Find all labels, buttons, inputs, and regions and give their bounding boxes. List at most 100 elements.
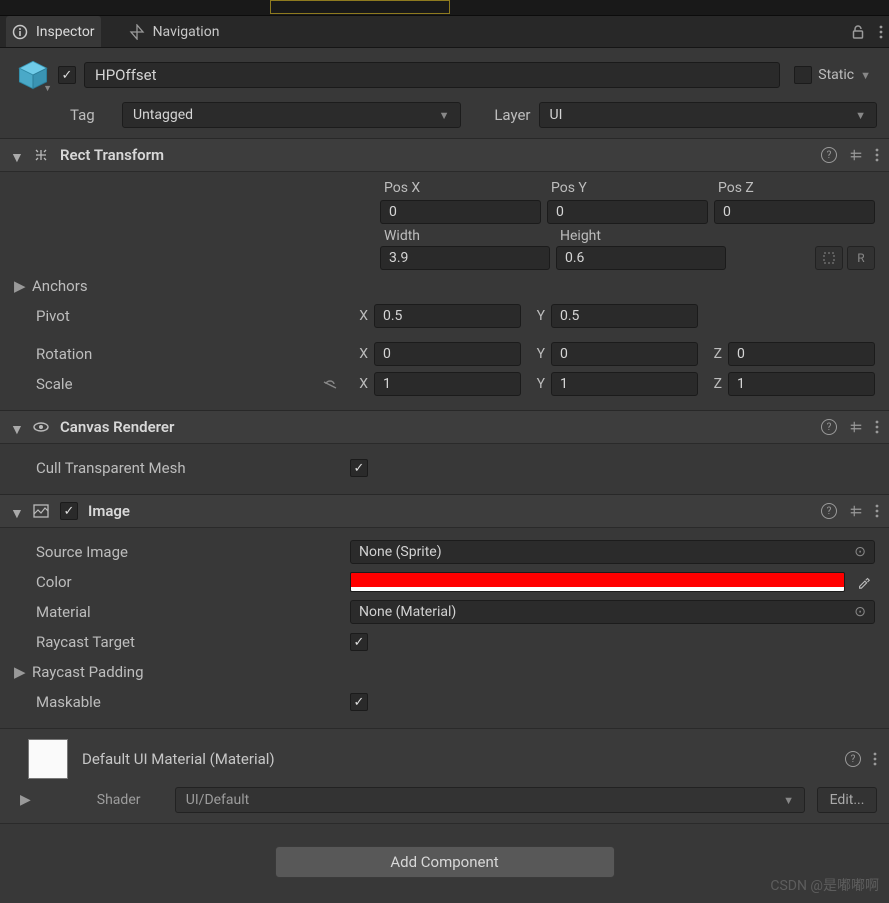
posx-input[interactable] xyxy=(380,200,541,224)
material-label: Material xyxy=(14,603,344,621)
image-header[interactable]: ▼ Image ? xyxy=(0,494,889,528)
chevron-down-icon: ▼ xyxy=(783,794,794,807)
material-block: Default UI Material (Material) ? xyxy=(0,728,889,783)
static-label: Static xyxy=(818,67,854,83)
eyedropper-icon[interactable] xyxy=(857,575,875,589)
raycast-padding-foldout[interactable]: ▶ xyxy=(14,663,26,681)
color-field[interactable] xyxy=(350,572,845,592)
watermark: CSDN @是嘟嘟啊 xyxy=(770,875,879,895)
help-icon[interactable]: ? xyxy=(845,751,861,767)
width-input[interactable] xyxy=(380,246,550,270)
scale-label: Scale xyxy=(36,375,320,393)
canvas-renderer-title: Canvas Renderer xyxy=(60,418,811,436)
tab-navigation[interactable]: Navigation xyxy=(123,16,226,47)
material-title: Default UI Material (Material) xyxy=(82,750,831,768)
raycast-target-checkbox[interactable] xyxy=(350,633,368,651)
rotation-x-input[interactable] xyxy=(374,342,521,366)
footer: Add Component xyxy=(0,823,889,900)
inspector-panel: Inspector Navigation ▼ xyxy=(0,0,889,903)
help-icon[interactable]: ? xyxy=(821,147,837,163)
foldout-icon[interactable]: ▼ xyxy=(10,149,22,161)
pivot-label: Pivot xyxy=(14,307,344,325)
layer-dropdown[interactable]: UI ▼ xyxy=(539,102,878,128)
component-menu-icon[interactable] xyxy=(873,751,877,767)
cull-transparent-checkbox[interactable] xyxy=(350,459,368,477)
gameobject-enabled-checkbox[interactable] xyxy=(58,66,76,84)
tab-inspector-label: Inspector xyxy=(36,24,95,40)
shader-value: UI/Default xyxy=(186,792,249,808)
tag-dropdown[interactable]: Untagged ▼ xyxy=(122,102,461,128)
help-icon[interactable]: ? xyxy=(821,419,837,435)
anchors-foldout[interactable]: ▶ xyxy=(14,277,26,295)
raw-edit-button[interactable]: R xyxy=(847,246,875,270)
blueprint-mode-button[interactable] xyxy=(815,246,843,270)
canvas-renderer-header[interactable]: ▼ Canvas Renderer ? xyxy=(0,410,889,444)
color-label: Color xyxy=(14,573,344,591)
gameobject-header: ▼ Static ▼ xyxy=(0,48,889,98)
anchor-preset-button[interactable] xyxy=(14,180,374,196)
maskable-label: Maskable xyxy=(14,693,344,711)
raycast-target-label: Raycast Target xyxy=(14,633,344,651)
info-icon xyxy=(12,24,28,40)
static-checkbox[interactable] xyxy=(794,66,812,84)
add-component-button[interactable]: Add Component xyxy=(275,846,615,878)
chevron-down-icon: ▼ xyxy=(439,109,450,122)
edit-shader-button[interactable]: Edit... xyxy=(817,787,877,813)
rotation-z-input[interactable] xyxy=(728,342,875,366)
object-picker-icon[interactable]: ⊙ xyxy=(854,544,866,560)
rotation-y-input[interactable] xyxy=(551,342,698,366)
navigation-icon xyxy=(129,24,145,40)
scale-x-input[interactable] xyxy=(374,372,521,396)
posy-label: Pos Y xyxy=(547,180,708,196)
constrain-proportions-icon[interactable] xyxy=(320,377,340,391)
material-thumbnail[interactable] xyxy=(28,739,68,779)
rect-transform-icon xyxy=(32,146,50,164)
source-image-field[interactable]: None (Sprite) ⊙ xyxy=(350,540,875,564)
canvas-renderer-icon xyxy=(32,418,50,436)
static-dropdown-arrow[interactable]: ▼ xyxy=(860,69,871,82)
help-icon[interactable]: ? xyxy=(821,503,837,519)
tag-value: Untagged xyxy=(133,107,193,123)
component-menu-icon[interactable] xyxy=(875,147,879,163)
source-image-value: None (Sprite) xyxy=(359,544,442,560)
gameobject-name-input[interactable] xyxy=(84,62,780,88)
height-input[interactable] xyxy=(556,246,726,270)
component-menu-icon[interactable] xyxy=(875,419,879,435)
scale-z-input[interactable] xyxy=(728,372,875,396)
scale-y-input[interactable] xyxy=(551,372,698,396)
foldout-icon[interactable]: ▼ xyxy=(10,421,22,433)
layer-label: Layer xyxy=(479,106,531,124)
lock-icon[interactable] xyxy=(851,24,865,40)
rect-transform-header[interactable]: ▼ Rect Transform ? xyxy=(0,138,889,172)
image-icon xyxy=(32,502,50,520)
gameobject-icon[interactable]: ▼ xyxy=(16,58,50,92)
tag-label: Tag xyxy=(70,106,114,124)
foldout-icon[interactable]: ▼ xyxy=(10,505,22,517)
rect-transform-title: Rect Transform xyxy=(60,146,811,164)
tab-menu-icon[interactable] xyxy=(879,24,883,40)
tab-inspector[interactable]: Inspector xyxy=(6,16,101,47)
material-field[interactable]: None (Material) ⊙ xyxy=(350,600,875,624)
shader-dropdown[interactable]: UI/Default ▼ xyxy=(175,787,805,813)
image-enabled-checkbox[interactable] xyxy=(60,502,78,520)
maskable-checkbox[interactable] xyxy=(350,693,368,711)
tab-bar: Inspector Navigation xyxy=(0,16,889,48)
tag-layer-row: Tag Untagged ▼ Layer UI ▼ xyxy=(0,98,889,138)
tab-navigation-label: Navigation xyxy=(153,24,220,40)
object-picker-icon[interactable]: ⊙ xyxy=(854,604,866,620)
shader-row: ▶ Shader UI/Default ▼ Edit... xyxy=(0,783,889,823)
preset-icon[interactable] xyxy=(849,504,863,518)
height-label: Height xyxy=(556,228,726,244)
pivot-x-input[interactable] xyxy=(374,304,521,328)
highlight-outline xyxy=(270,0,450,14)
preset-icon[interactable] xyxy=(849,148,863,162)
posz-label: Pos Z xyxy=(714,180,875,196)
posy-input[interactable] xyxy=(547,200,708,224)
material-foldout[interactable]: ▶ xyxy=(20,792,31,808)
preset-icon[interactable] xyxy=(849,420,863,434)
component-menu-icon[interactable] xyxy=(875,503,879,519)
pivot-y-input[interactable] xyxy=(551,304,698,328)
image-title: Image xyxy=(88,502,811,520)
posz-input[interactable] xyxy=(714,200,875,224)
posx-label: Pos X xyxy=(380,180,541,196)
